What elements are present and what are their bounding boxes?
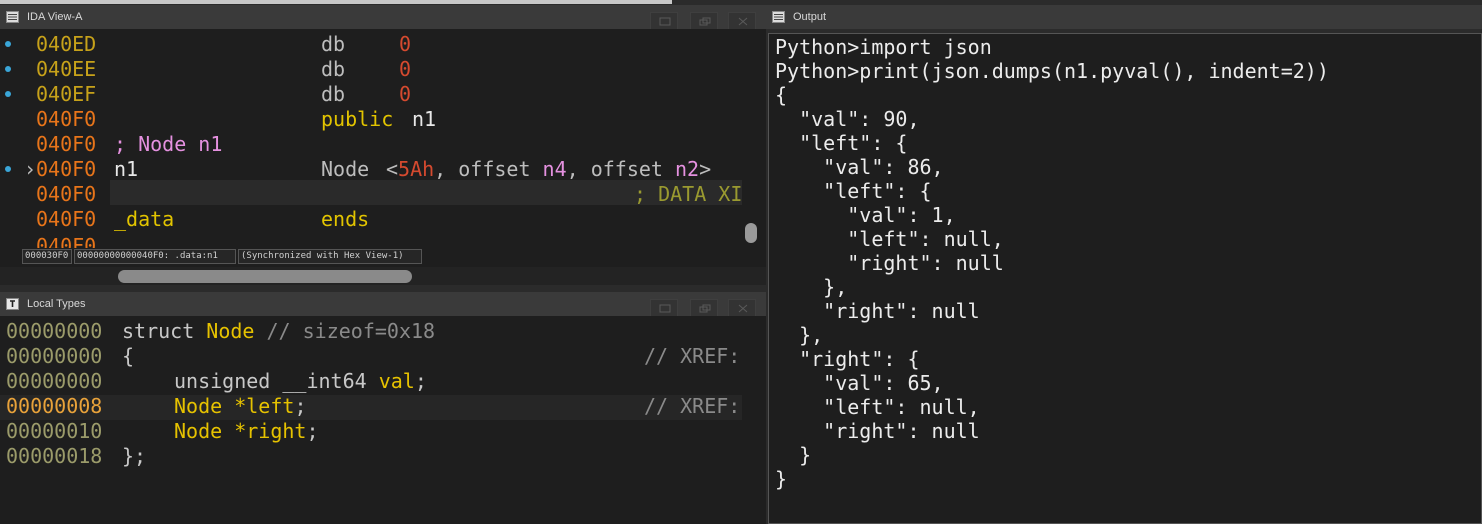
type-line[interactable]: struct Node // sizeof=0x18 <box>122 319 435 344</box>
output-line: }, <box>775 275 848 299</box>
disasm-op: ends <box>321 207 370 231</box>
horizontal-scrollbar[interactable] <box>118 270 412 283</box>
output-line: "val": 1, <box>775 203 956 227</box>
ida-view-titlebar: IDA View-A <box>0 5 766 30</box>
output-line: "right": null <box>775 419 980 443</box>
disasm-line[interactable]: 040ED <box>36 32 96 57</box>
type-offset: 00000018 <box>6 444 103 468</box>
cursor-arrow: › <box>24 157 37 181</box>
output-line: Python>print(json.dumps(n1.pyval(), inde… <box>775 59 1329 83</box>
output-line: "right": null <box>775 299 980 323</box>
ida-view-panel[interactable]: 040ED db 0 040EE db 0 040EF db 0 040F0 p… <box>0 29 766 267</box>
disasm-op: db <box>321 57 346 81</box>
minimize-button[interactable] <box>650 12 678 30</box>
disasm-line[interactable]: 040EF <box>36 82 96 107</box>
local-types-icon <box>6 298 19 310</box>
disasm-line[interactable]: 040F0 <box>36 132 96 157</box>
output-line: "left": null, <box>775 395 980 419</box>
output-line: "val": 86, <box>775 155 944 179</box>
disasm-line[interactable]: 040F0 <box>36 157 96 182</box>
type-offset: 00000000 <box>6 344 103 368</box>
disasm-line-partial: 040F0 <box>36 234 97 248</box>
type-offset: 00000010 <box>6 419 103 443</box>
local-types-titlebar: Local Types <box>0 292 766 317</box>
status-file-offset: 000030F0 <box>22 249 72 264</box>
xref-comment: ; DATA XI <box>634 182 742 206</box>
current-line-highlight <box>0 395 742 420</box>
disasm-op: public <box>321 107 394 131</box>
local-types-panel[interactable]: 00000000 struct Node // sizeof=0x18 0000… <box>0 316 766 524</box>
disasm-op: db <box>321 32 346 56</box>
vertical-scrollbar[interactable] <box>745 223 757 243</box>
output-line: } <box>775 443 812 467</box>
disasm-arg: 0 <box>399 57 412 81</box>
type-field[interactable]: Node *left; <box>174 394 306 419</box>
type-field[interactable]: unsigned __int64 val; <box>174 369 427 394</box>
output-line: "left": { <box>775 179 932 203</box>
disasm-arg: 0 <box>399 82 412 106</box>
xref-comment: // XREF: <box>644 344 741 368</box>
disasm-comment: ; Node n1 <box>114 132 223 156</box>
disasm-op: Node <box>321 157 370 181</box>
status-location: 00000000000040F0: .data:n1 <box>74 249 236 264</box>
output-panel[interactable]: Python>import json Python>print(json.dump… <box>768 33 1482 524</box>
restore-button[interactable] <box>690 12 718 30</box>
output-title: Output <box>793 11 827 23</box>
clipped-line: 040F0 <box>0 234 742 248</box>
disasm-line[interactable]: 040F0 <box>36 107 96 132</box>
disasm-label: n1 <box>114 157 139 181</box>
output-line: "left": null, <box>775 227 1004 251</box>
panel-separator <box>0 285 766 292</box>
minimize-button[interactable] <box>650 299 678 317</box>
ida-view-title: IDA View-A <box>27 11 83 23</box>
local-types-title: Local Types <box>27 298 86 310</box>
close-button[interactable] <box>728 12 756 30</box>
disasm-arg: <5Ah, offset n4, offset n2> <box>386 157 712 181</box>
type-offset: 00000000 <box>6 369 103 393</box>
output-line: "left": { <box>775 131 908 155</box>
disasm-line[interactable]: 040EE <box>36 57 96 82</box>
breakpoint-dot <box>5 91 11 97</box>
restore-button[interactable] <box>690 299 718 317</box>
progress-strip <box>0 0 672 4</box>
output-line: { <box>775 83 788 107</box>
output-text[interactable]: Python>import json Python>print(json.dump… <box>775 35 1329 491</box>
breakpoint-dot <box>5 41 11 47</box>
output-line: } <box>775 467 788 491</box>
disasm-line[interactable]: 040F0 <box>36 182 96 207</box>
type-offset: 00000000 <box>6 319 103 343</box>
output-line: "right": { <box>775 347 920 371</box>
type-line[interactable]: }; <box>122 444 146 469</box>
breakpoint-dot <box>5 166 11 172</box>
close-button[interactable] <box>728 299 756 317</box>
disasm-line[interactable]: 040F0 <box>36 207 96 232</box>
status-sync: (Synchronized with Hex View-1) <box>238 249 422 264</box>
disasm-op: db <box>321 82 346 106</box>
type-offset: 00000008 <box>6 394 103 418</box>
output-line: "right": null <box>775 251 1004 275</box>
breakpoint-dot <box>5 66 11 72</box>
disasm-arg: n1 <box>412 107 437 131</box>
output-line: "val": 90, <box>775 107 920 131</box>
type-field[interactable]: Node *right; <box>174 419 319 444</box>
disasm-label: _data <box>114 207 175 231</box>
disasm-arg: 0 <box>399 32 412 56</box>
output-line: Python>import json <box>775 35 992 59</box>
disassembly-icon <box>6 11 19 23</box>
output-icon <box>772 11 785 23</box>
output-line: }, <box>775 323 824 347</box>
type-line[interactable]: { <box>122 344 134 369</box>
xref-comment: // XREF: <box>644 394 741 418</box>
output-titlebar: Output <box>766 5 1482 29</box>
output-line: "val": 65, <box>775 371 944 395</box>
